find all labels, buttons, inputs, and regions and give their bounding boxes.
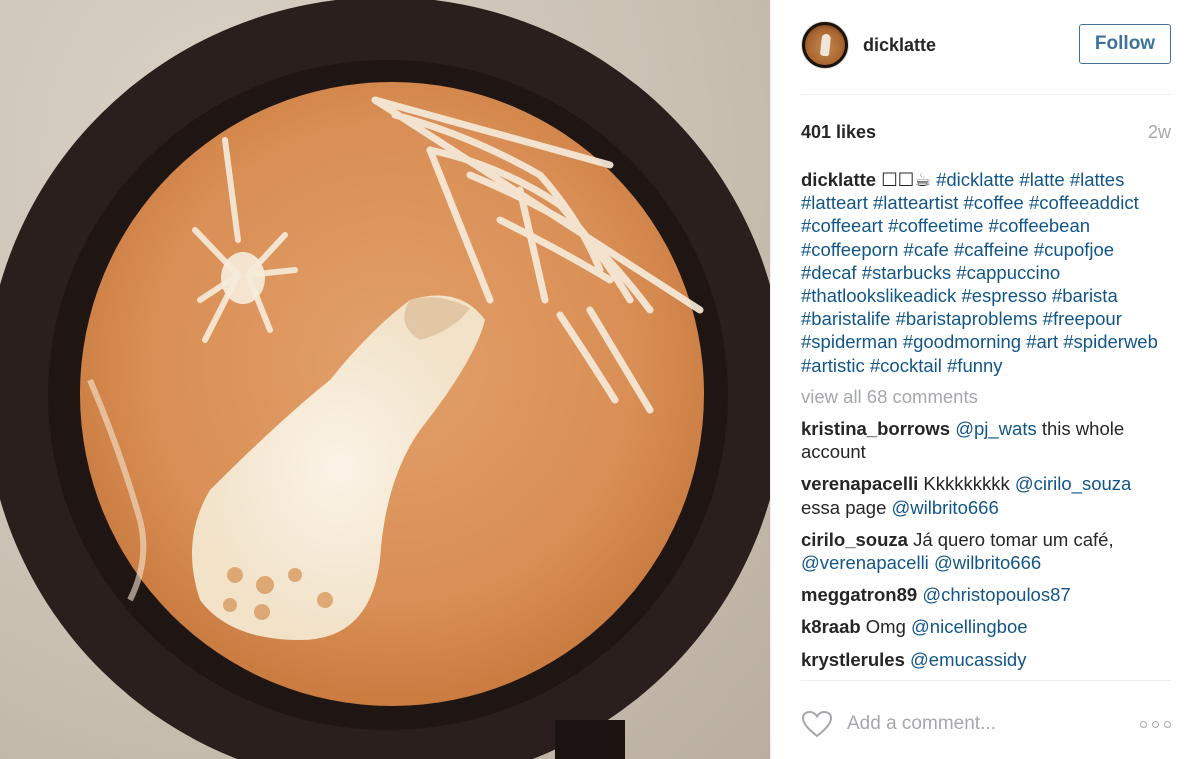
hashtag-link[interactable]: #coffeeart bbox=[801, 215, 883, 236]
comment-username[interactable]: k8raab bbox=[801, 616, 861, 637]
hashtag-link[interactable]: #latteartist bbox=[873, 192, 958, 213]
comment: verenapacelli Kkkkkkkkk @cirilo_souza es… bbox=[801, 472, 1171, 518]
comment: meggatron89 @christopoulos87 bbox=[801, 583, 1171, 606]
likes-count[interactable]: 401 likes bbox=[801, 122, 876, 143]
hashtag-link[interactable]: #coffeetime bbox=[888, 215, 983, 236]
caption-and-comments: dicklatte ☐☐☕ #dicklatte #latte #lattes … bbox=[801, 168, 1171, 671]
hashtag-link[interactable]: #latteart bbox=[801, 192, 868, 213]
follow-button[interactable]: Follow bbox=[1079, 24, 1171, 64]
more-dot bbox=[1152, 720, 1159, 728]
comment-mention[interactable]: @verenapacelli bbox=[801, 552, 929, 573]
post-header: dicklatte Follow bbox=[801, 20, 1171, 70]
add-comment-input[interactable] bbox=[847, 713, 1117, 735]
caption-username[interactable]: dicklatte bbox=[801, 169, 876, 190]
comment-username[interactable]: verenapacelli bbox=[801, 473, 918, 494]
comment-mention[interactable]: @pj_wats bbox=[955, 418, 1037, 439]
comment-mention[interactable]: @wilbrito666 bbox=[934, 552, 1041, 573]
hashtag-link[interactable]: #latte bbox=[1019, 169, 1064, 190]
hashtag-link[interactable]: #baristaproblems bbox=[896, 308, 1038, 329]
post-age[interactable]: 2w bbox=[1148, 122, 1171, 143]
hashtag-link[interactable]: #spiderweb bbox=[1063, 331, 1158, 352]
composer-divider bbox=[801, 680, 1171, 681]
post-sidebar: dicklatte Follow 401 likes 2w dicklatte … bbox=[770, 0, 1200, 759]
hashtag-link[interactable]: #coffeeaddict bbox=[1029, 192, 1139, 213]
caption-emoji: ☐☐☕ bbox=[881, 169, 931, 190]
more-dot bbox=[1164, 720, 1171, 728]
caption: dicklatte ☐☐☕ #dicklatte #latte #lattes … bbox=[801, 168, 1171, 377]
hashtag-link[interactable]: #baristalife bbox=[801, 308, 890, 329]
comment-text: Já quero tomar um café, bbox=[913, 528, 1114, 550]
hashtag-link[interactable]: #artistic bbox=[801, 355, 865, 376]
comment-mention[interactable]: @cirilo_souza bbox=[1015, 473, 1131, 494]
comment: k8raab Omg @nicellingboe bbox=[801, 615, 1171, 638]
comment: krystlerules @emucassidy bbox=[801, 648, 1171, 671]
header-divider bbox=[801, 94, 1171, 95]
hashtag-link[interactable]: #cocktail bbox=[870, 355, 942, 376]
comment-username[interactable]: kristina_borrows bbox=[801, 418, 950, 439]
hashtag-link[interactable]: #goodmorning bbox=[903, 331, 1021, 352]
caption-hashtags: #dicklatte #latte #lattes #latteart #lat… bbox=[801, 169, 1158, 376]
hashtag-link[interactable]: #lattes bbox=[1070, 169, 1125, 190]
hashtag-link[interactable]: #caffeine bbox=[954, 239, 1029, 260]
hashtag-link[interactable]: #cafe bbox=[904, 239, 949, 260]
comment-mention[interactable]: @christopoulos87 bbox=[922, 584, 1070, 605]
hashtag-link[interactable]: #coffeeporn bbox=[801, 239, 898, 260]
latte-art-image bbox=[0, 0, 770, 759]
comment-text: Omg bbox=[865, 616, 906, 638]
view-all-comments-link[interactable]: view all 68 comments bbox=[801, 385, 1171, 408]
hashtag-link[interactable]: #funny bbox=[947, 355, 1003, 376]
comment: cirilo_souza Já quero tomar um café, @ve… bbox=[801, 528, 1171, 574]
post-photo[interactable] bbox=[0, 0, 770, 759]
comment-mention[interactable]: @wilbrito666 bbox=[892, 497, 999, 518]
hashtag-link[interactable]: #thatlookslikeadick bbox=[801, 285, 956, 306]
hashtag-link[interactable]: #art bbox=[1026, 331, 1058, 352]
comment-text: essa page bbox=[801, 496, 887, 518]
avatar-image bbox=[805, 25, 845, 65]
comment-mention[interactable]: @emucassidy bbox=[910, 649, 1026, 670]
hashtag-link[interactable]: #starbucks bbox=[862, 262, 951, 283]
hashtag-link[interactable]: #spiderman bbox=[801, 331, 898, 352]
hashtag-link[interactable]: #coffee bbox=[964, 192, 1024, 213]
comment: kristina_borrows @pj_wats this whole acc… bbox=[801, 417, 1171, 463]
comment-username[interactable]: meggatron89 bbox=[801, 584, 917, 605]
hashtag-link[interactable]: #freepour bbox=[1043, 308, 1122, 329]
hashtag-link[interactable]: #espresso bbox=[961, 285, 1046, 306]
more-dot bbox=[1140, 720, 1147, 728]
likes-row: 401 likes 2w bbox=[801, 119, 1171, 145]
comment-username[interactable]: krystlerules bbox=[801, 649, 905, 670]
comment-composer bbox=[801, 706, 1171, 742]
heart-icon[interactable] bbox=[801, 710, 833, 738]
hashtag-link[interactable]: #cupofjoe bbox=[1034, 239, 1114, 260]
hashtag-link[interactable]: #coffeebean bbox=[989, 215, 1091, 236]
comment-mention[interactable]: @nicellingboe bbox=[911, 616, 1028, 637]
more-options-icon[interactable] bbox=[1140, 720, 1171, 728]
hashtag-link[interactable]: #dicklatte bbox=[936, 169, 1014, 190]
comment-username[interactable]: cirilo_souza bbox=[801, 529, 908, 550]
hashtag-link[interactable]: #barista bbox=[1052, 285, 1118, 306]
post-username[interactable]: dicklatte bbox=[863, 35, 936, 56]
hashtag-link[interactable]: #cappuccino bbox=[956, 262, 1060, 283]
hashtag-link[interactable]: #decaf bbox=[801, 262, 857, 283]
comment-text: Kkkkkkkkk bbox=[923, 473, 1010, 495]
profile-avatar[interactable] bbox=[801, 21, 849, 69]
